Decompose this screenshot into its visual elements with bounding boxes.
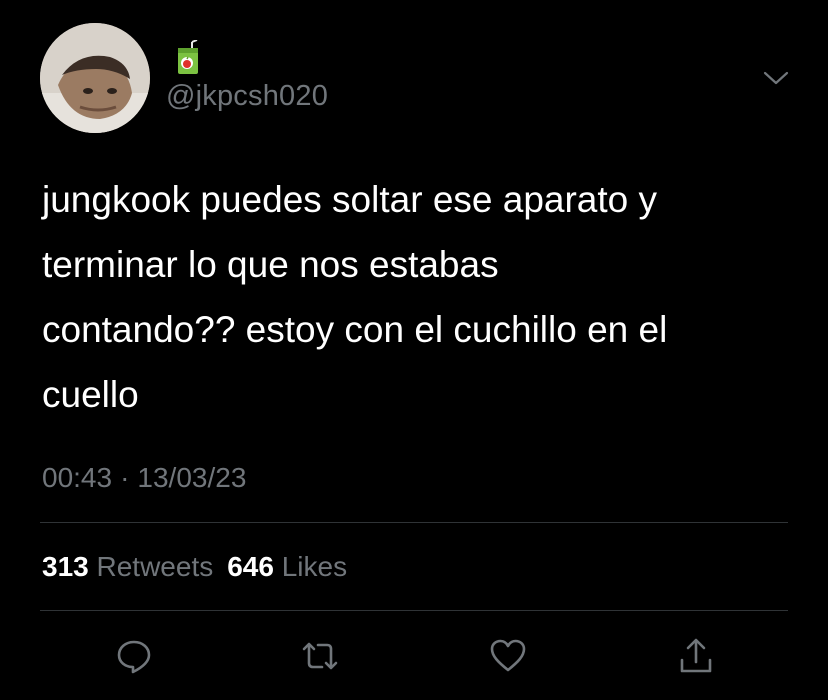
likes-label: Likes [281,551,348,582]
likes-count: 646 [227,551,274,582]
reply-button[interactable] [114,636,154,676]
timestamp-separator: · [120,462,130,493]
tweet-date: 13/03/23 [137,462,247,493]
juice-box-icon [174,39,202,76]
retweet-button[interactable] [300,636,340,676]
like-button[interactable] [488,636,528,676]
share-button[interactable] [676,636,716,676]
divider [40,522,788,523]
tweet-timestamp[interactable]: 00:43 · 13/03/23 [42,462,246,494]
retweets-count: 313 [42,551,89,582]
reply-icon [117,640,151,674]
likes-stat[interactable]: 646 Likes [227,551,347,582]
user-handle[interactable]: @jkpcsh020 [166,80,328,113]
chevron-down-icon[interactable] [762,68,790,88]
retweet-icon [302,642,338,670]
retweets-stat[interactable]: 313 Retweets [42,551,213,582]
avatar[interactable] [40,23,150,133]
tweet-time: 00:43 [42,462,113,493]
tweet-text: jungkook puedes soltar ese aparato y ter… [42,179,668,415]
like-icon [490,639,526,672]
share-icon [680,638,712,673]
retweets-label: Retweets [96,551,214,582]
tweet-stats: 313 Retweets 646 Likes [42,551,347,583]
divider [40,610,788,611]
